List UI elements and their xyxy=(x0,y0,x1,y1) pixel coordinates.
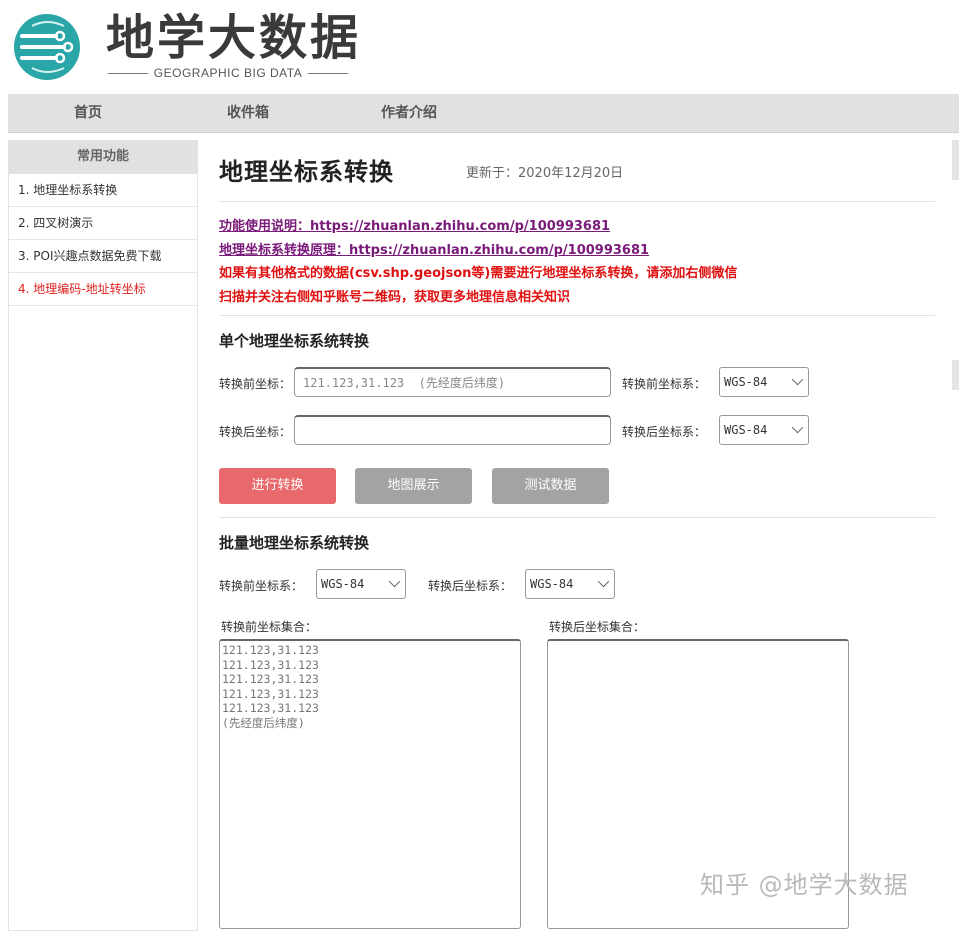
after-crs-label: 转换后坐标系： xyxy=(622,425,707,439)
after-crs-select[interactable]: WGS-84 xyxy=(719,415,809,445)
batch-after-set-label: 转换后坐标集合： xyxy=(549,620,646,634)
usage-link[interactable]: 功能使用说明：https://zhuanlan.zhihu.com/p/1009… xyxy=(219,215,610,234)
batch-before-set-label: 转换前坐标集合： xyxy=(221,620,318,634)
sidebar-item-crs-convert[interactable]: 1. 地理坐标系转换 xyxy=(9,174,197,207)
right-edge-bar xyxy=(952,140,959,180)
qr-hint-notice: 扫描并关注右侧知乎账号二维码，获取更多地理信息相关知识 xyxy=(219,290,571,305)
nav-inbox[interactable]: 收件箱 xyxy=(227,94,269,132)
principle-link[interactable]: 地理坐标系转换原理：https://zhuanlan.zhihu.com/p/1… xyxy=(219,239,649,258)
divider xyxy=(219,315,935,316)
sidebar-header: 常用功能 xyxy=(9,140,197,174)
batch-before-crs-label: 转换前坐标系： xyxy=(219,579,304,593)
convert-button[interactable]: 进行转换 xyxy=(219,468,336,504)
subtitle-line-right xyxy=(308,72,349,74)
map-display-button[interactable]: 地图展示 xyxy=(355,468,472,504)
other-formats-notice: 如果有其他格式的数据(csv.shp.geojson等)需要进行地理坐标系转换，… xyxy=(219,266,738,281)
chevron-down-icon xyxy=(791,421,804,434)
before-crs-label: 转换前坐标系： xyxy=(622,377,707,391)
batch-before-crs-select[interactable]: WGS-84 xyxy=(316,569,406,599)
divider xyxy=(219,517,935,518)
site-subtitle: GEOGRAPHIC BIG DATA xyxy=(108,66,349,80)
batch-after-crs-label: 转换后坐标系： xyxy=(428,579,513,593)
before-crs-select[interactable]: WGS-84 xyxy=(719,367,809,397)
batch-before-crs-value: WGS-84 xyxy=(321,577,365,591)
watermark: 知乎 @地学大数据 xyxy=(700,871,909,899)
after-coord-label: 转换后坐标： xyxy=(219,425,292,439)
subtitle-line-left xyxy=(108,72,148,74)
sidebar: 常用功能 1. 地理坐标系转换 2. 四叉树演示 3. POI兴趣点数据免费下载… xyxy=(8,140,198,931)
divider xyxy=(219,201,935,202)
update-time: 更新于：2020年12月20日 xyxy=(466,166,624,181)
nav-author[interactable]: 作者介绍 xyxy=(381,94,437,132)
before-coord-label: 转换前坐标： xyxy=(219,377,292,391)
batch-after-crs-value: WGS-84 xyxy=(530,577,574,591)
top-nav: 首页 收件箱 作者介绍 xyxy=(8,94,959,133)
test-data-button[interactable]: 测试数据 xyxy=(492,468,609,504)
batch-before-textarea[interactable]: 121.123,31.123 121.123,31.123 121.123,31… xyxy=(219,639,521,929)
chevron-down-icon xyxy=(791,373,804,386)
sidebar-item-quadtree[interactable]: 2. 四叉树演示 xyxy=(9,207,197,240)
right-edge-bar-lower xyxy=(952,360,959,390)
batch-convert-title: 批量地理坐标系统转换 xyxy=(219,534,370,552)
site-subtitle-text: GEOGRAPHIC BIG DATA xyxy=(153,66,303,80)
page-title: 地理坐标系转换 xyxy=(219,158,394,186)
after-coord-input[interactable] xyxy=(294,415,611,445)
before-coord-input[interactable] xyxy=(294,367,611,397)
single-convert-title: 单个地理坐标系统转换 xyxy=(219,332,370,350)
nav-home[interactable]: 首页 xyxy=(74,94,102,132)
chevron-down-icon xyxy=(388,575,401,588)
site-title: 地学大数据 xyxy=(106,10,362,66)
batch-after-crs-select[interactable]: WGS-84 xyxy=(525,569,615,599)
logo-icon xyxy=(12,12,82,82)
after-crs-value: WGS-84 xyxy=(724,423,768,437)
before-crs-value: WGS-84 xyxy=(724,375,768,389)
chevron-down-icon xyxy=(597,575,610,588)
sidebar-item-geocoding[interactable]: 4. 地理编码-地址转坐标 xyxy=(9,273,197,306)
sidebar-item-poi-download[interactable]: 3. POI兴趣点数据免费下载 xyxy=(9,240,197,273)
